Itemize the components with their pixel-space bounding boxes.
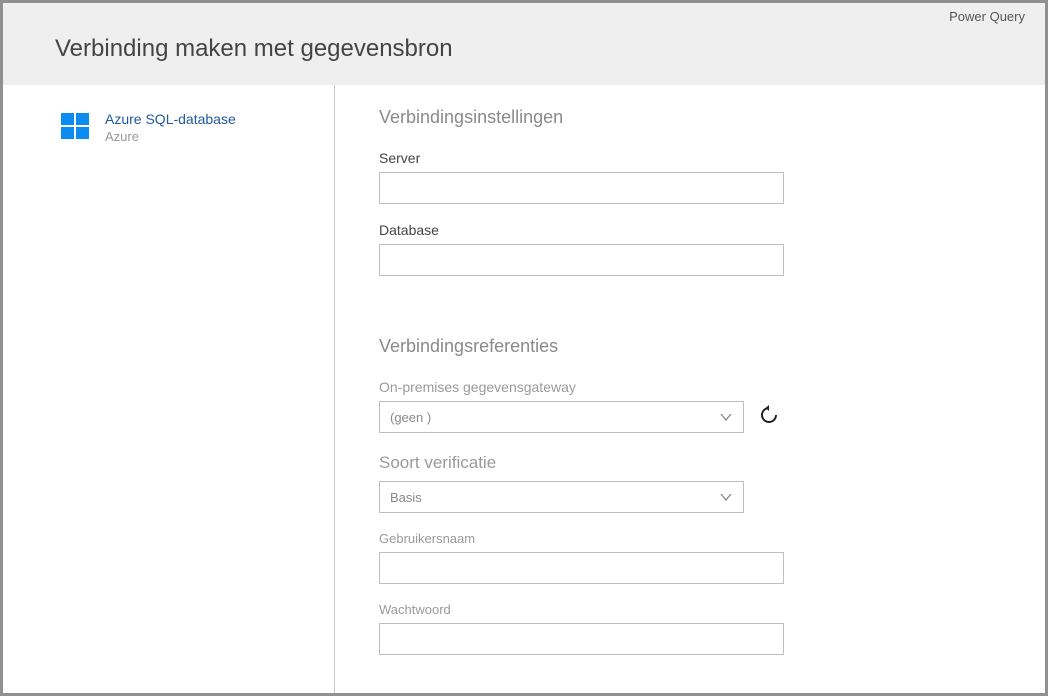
database-field-block: Database [379, 222, 1005, 276]
data-source-text: Azure SQL-database Azure [105, 111, 236, 144]
body: Azure SQL-database Azure Verbindingsinst… [3, 85, 1045, 693]
page-title: Verbinding maken met gegevensbron [55, 35, 1027, 63]
username-input[interactable] [379, 552, 784, 584]
connection-settings-heading: Verbindingsinstellingen [379, 107, 1005, 128]
server-label: Server [379, 150, 1005, 166]
data-source-subtitle: Azure [105, 129, 236, 144]
refresh-icon [759, 405, 779, 430]
gateway-dropdown-value: (geen ) [390, 410, 431, 425]
data-source-item[interactable]: Azure SQL-database Azure [61, 111, 322, 144]
windows-logo-icon [61, 111, 91, 141]
auth-kind-dropdown-value: Basis [390, 490, 422, 505]
server-field-block: Server [379, 150, 1005, 204]
auth-kind-dropdown[interactable]: Basis [379, 481, 744, 513]
data-source-title: Azure SQL-database [105, 111, 236, 127]
gateway-dropdown[interactable]: (geen ) [379, 401, 744, 433]
database-label: Database [379, 222, 1005, 238]
password-input[interactable] [379, 623, 784, 655]
chevron-down-icon [719, 490, 733, 504]
auth-kind-label: Soort verificatie [379, 453, 1005, 473]
app-name-label: Power Query [949, 9, 1025, 24]
header: Power Query Verbinding maken met gegeven… [3, 3, 1045, 85]
gateway-label: On-premises gegevensgateway [379, 379, 1005, 395]
window-frame: Power Query Verbinding maken met gegeven… [0, 0, 1048, 696]
chevron-down-icon [719, 410, 733, 424]
gateway-refresh-button[interactable] [758, 406, 780, 428]
main-pane: Verbindingsinstellingen Server Database … [335, 85, 1045, 693]
password-label: Wachtwoord [379, 602, 1005, 617]
database-input[interactable] [379, 244, 784, 276]
username-label: Gebruikersnaam [379, 531, 1005, 546]
connection-credentials-heading: Verbindingsreferenties [379, 336, 1005, 357]
server-input[interactable] [379, 172, 784, 204]
sidebar: Azure SQL-database Azure [3, 85, 335, 693]
